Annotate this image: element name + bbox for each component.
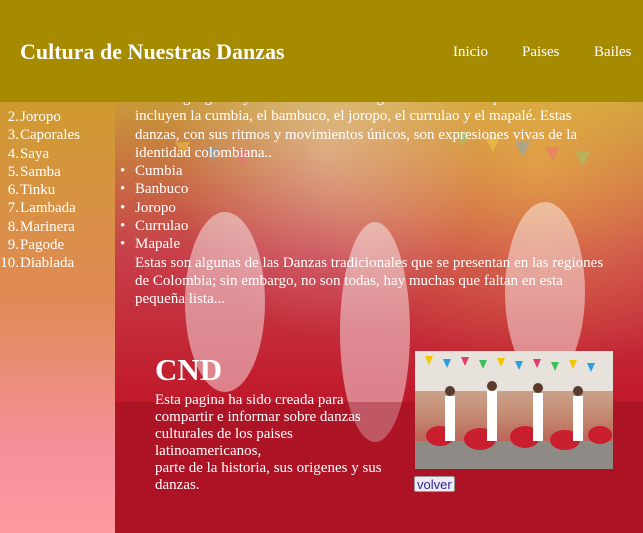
dancers-photo xyxy=(415,351,613,469)
main-content: variada geografía y herencia cultural. A… xyxy=(115,102,643,533)
outro-paragraph: Estas son algunas de las Danzas tradicio… xyxy=(135,254,604,308)
nav-link-paises[interactable]: Paises xyxy=(522,44,560,61)
list-item: 8.Marinera xyxy=(7,218,75,235)
dance-list: 2.Joropo 3.Caporales 4.Saya 5.Samba 6.Ti… xyxy=(0,108,80,273)
dance-name: Samba xyxy=(20,163,61,180)
dance-name: Caporales xyxy=(20,127,80,144)
dance-name: Marinera xyxy=(20,218,75,235)
list-item: 9.Pagode xyxy=(7,237,65,254)
intro-paragraph: variada geografía y herencia cultural. A… xyxy=(135,102,578,161)
dance-name: Saya xyxy=(20,145,50,162)
list-item: 3.Caporales xyxy=(7,127,80,144)
about-text: Esta pagina ha sido creada para comparti… xyxy=(155,392,382,493)
list-item: Mapale xyxy=(120,235,613,254)
main-nav: Inicio Paises Bailes xyxy=(0,44,643,64)
article-text: variada geografía y herencia cultural. A… xyxy=(120,102,613,309)
list-item: Joropo xyxy=(120,199,613,218)
list-item: 7.Lambada xyxy=(7,200,76,217)
list-item: Banbuco xyxy=(120,180,613,199)
dance-name: Diablada xyxy=(20,255,75,272)
list-item: Cumbia xyxy=(120,162,613,181)
list-item: 4.Saya xyxy=(7,145,50,162)
nav-link-bailes[interactable]: Bailes xyxy=(594,44,632,61)
list-item: 2.Joropo xyxy=(7,109,61,125)
back-button[interactable]: volver xyxy=(414,476,455,492)
list-item: Currulao xyxy=(120,217,613,236)
nav-link-inicio[interactable]: Inicio xyxy=(453,44,488,61)
dance-name: Lambada xyxy=(20,200,76,217)
dancers-photo-image xyxy=(415,351,613,469)
dance-name: Tinku xyxy=(20,182,56,199)
about-block: CND Esta pagina ha sido creada para comp… xyxy=(155,352,385,494)
list-item: 5.Samba xyxy=(7,163,61,180)
list-item: 10.Diablada xyxy=(0,255,75,272)
dance-name: Joropo xyxy=(20,109,61,125)
dance-bullet-list: Cumbia Banbuco Joropo Currulao Mapale xyxy=(120,162,613,254)
dance-name: Pagode xyxy=(20,237,65,254)
site-header: Cultura de Nuestras Danzas Inicio Paises… xyxy=(0,0,643,102)
about-title: CND xyxy=(155,352,223,387)
list-item: 6.Tinku xyxy=(7,182,56,199)
sidebar: 2.Joropo 3.Caporales 4.Saya 5.Samba 6.Ti… xyxy=(0,102,115,533)
